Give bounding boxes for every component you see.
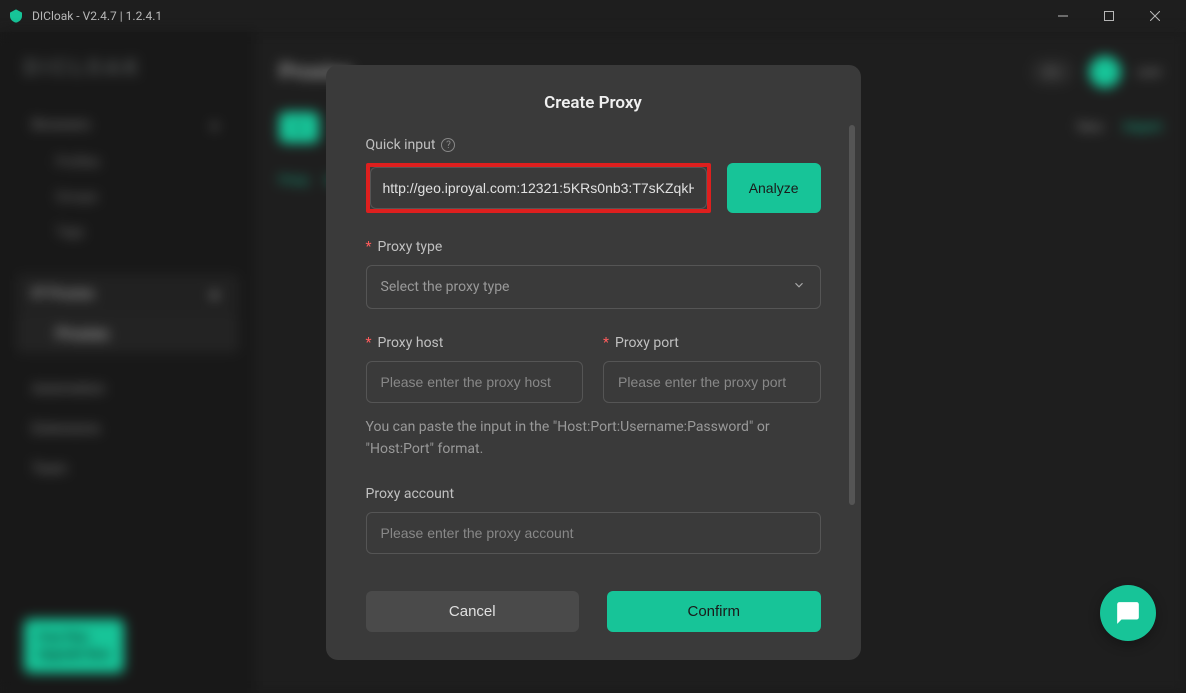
- modal-title: Create Proxy: [326, 93, 861, 113]
- window-controls: [1040, 0, 1178, 32]
- modal-footer: Cancel Confirm: [326, 575, 861, 660]
- analyze-button[interactable]: Analyze: [727, 163, 821, 213]
- titlebar-left: DICloak - V2.4.7 | 1.2.4.1: [8, 8, 162, 24]
- proxy-host-input[interactable]: [366, 361, 584, 403]
- format-hint: You can paste the input in the "Host:Por…: [366, 417, 821, 460]
- titlebar-title: DICloak - V2.4.7 | 1.2.4.1: [32, 9, 162, 23]
- modal-body: Quick input ? 10 Analyze * Proxy type Se…: [326, 137, 861, 575]
- create-proxy-modal: Create Proxy Quick input ? 10 Analyze * …: [326, 65, 861, 660]
- proxy-type-label: * Proxy type: [366, 239, 821, 255]
- proxy-type-select[interactable]: Select the proxy type: [366, 265, 821, 309]
- quick-input-highlight: [366, 163, 711, 213]
- modal-header: Create Proxy: [326, 65, 861, 137]
- help-icon[interactable]: ?: [441, 138, 455, 152]
- chat-bubble[interactable]: [1100, 585, 1156, 641]
- proxy-host-label: * Proxy host: [366, 335, 584, 351]
- scrollbar[interactable]: [849, 125, 855, 505]
- app-icon: [8, 8, 24, 24]
- quick-input[interactable]: [370, 167, 707, 209]
- proxy-port-input[interactable]: [603, 361, 821, 403]
- close-button[interactable]: [1132, 0, 1178, 32]
- chat-icon: [1115, 600, 1141, 626]
- chevron-down-icon: [792, 278, 806, 296]
- proxy-account-label: Proxy account: [366, 486, 821, 502]
- cancel-button[interactable]: Cancel: [366, 591, 580, 632]
- minimize-button[interactable]: [1040, 0, 1086, 32]
- titlebar: DICloak - V2.4.7 | 1.2.4.1: [0, 0, 1186, 32]
- confirm-button[interactable]: Confirm: [607, 591, 821, 632]
- quick-input-label: Quick input ?: [366, 137, 821, 153]
- proxy-port-label: * Proxy port: [603, 335, 821, 351]
- maximize-button[interactable]: [1086, 0, 1132, 32]
- proxy-account-input[interactable]: [366, 512, 821, 554]
- modal-overlay: Create Proxy Quick input ? 10 Analyze * …: [0, 32, 1186, 693]
